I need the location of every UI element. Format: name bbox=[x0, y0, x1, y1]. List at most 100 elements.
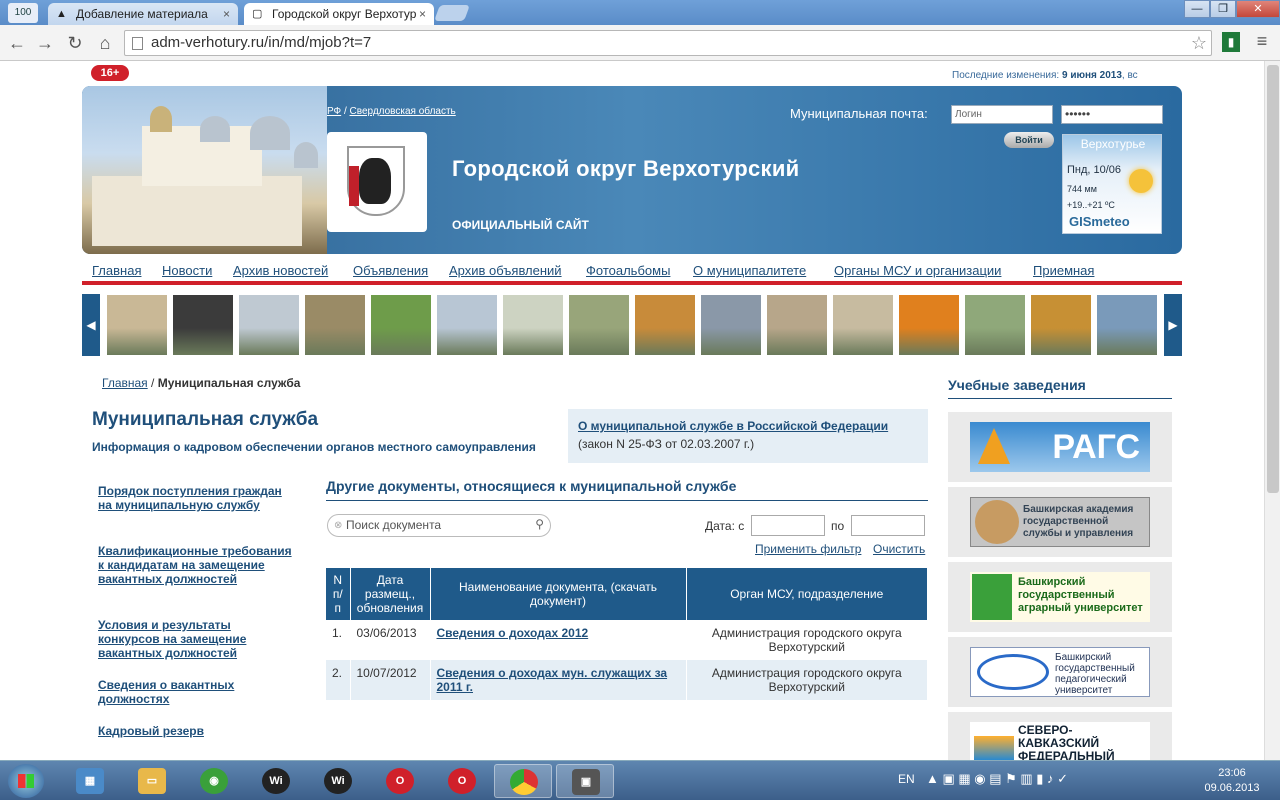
gallery-next-icon[interactable]: ▶ bbox=[1164, 294, 1182, 356]
app-icon[interactable]: 100 bbox=[8, 3, 38, 23]
address-bar[interactable]: adm-verhotury.ru/in/md/mjob?t=7 ☆ bbox=[124, 30, 1212, 56]
extension-icon[interactable]: ▮ bbox=[1222, 32, 1240, 52]
new-tab-button[interactable] bbox=[434, 5, 470, 21]
gallery-thumbnail[interactable] bbox=[1097, 295, 1157, 355]
close-window-button[interactable]: ✕ bbox=[1236, 0, 1280, 18]
language-indicator[interactable]: EN bbox=[898, 772, 915, 786]
crumb-rf-link[interactable]: РФ bbox=[327, 106, 341, 117]
schools-heading: Учебные заведения bbox=[948, 377, 1172, 399]
crumb-region-link[interactable]: Свердловская область bbox=[350, 106, 456, 117]
left-nav-link[interactable]: Квалификационные требования к кандидатам… bbox=[98, 544, 293, 586]
site-subtitle: ОФИЦИАЛЬНЫЙ САЙТ bbox=[452, 218, 589, 232]
gallery-thumbnail[interactable] bbox=[107, 295, 167, 355]
left-nav-link[interactable]: Кадровый резерв bbox=[98, 724, 293, 738]
weather-widget[interactable]: Верхотурье Пнд, 10/06 744 мм +19..+21 ºС… bbox=[1062, 134, 1162, 234]
taskbar-app-chrome[interactable] bbox=[494, 764, 552, 798]
page-scrollbar[interactable] bbox=[1264, 61, 1280, 760]
opera-icon: O bbox=[386, 768, 414, 794]
gallery-thumbnail[interactable] bbox=[239, 295, 299, 355]
nav-reception[interactable]: Приемная bbox=[1033, 263, 1094, 278]
gallery-thumbnail[interactable] bbox=[767, 295, 827, 355]
password-input[interactable]: •••••• bbox=[1061, 105, 1163, 124]
page-title: Муниципальная служба bbox=[92, 409, 319, 430]
browser-tab-2-active[interactable]: ▢ Городской округ Верхотур × bbox=[244, 3, 434, 25]
document-link[interactable]: Сведения о доходах 2012 bbox=[437, 626, 589, 640]
nav-about[interactable]: О муниципалитете bbox=[693, 263, 806, 278]
nav-photo-albums[interactable]: Фотоальбомы bbox=[586, 263, 670, 278]
gallery-thumbnail[interactable] bbox=[833, 295, 893, 355]
reload-icon[interactable]: ↻ bbox=[64, 32, 86, 54]
nav-announcements-archive[interactable]: Архив объявлений bbox=[449, 263, 562, 278]
clear-search-icon[interactable]: ⊗ bbox=[334, 515, 342, 536]
taskbar-app-media[interactable]: ▣ bbox=[556, 764, 614, 798]
taskbar-app-explorer[interactable]: ▭ bbox=[128, 764, 176, 798]
taskbar-app-wifi-2[interactable]: Wi bbox=[314, 764, 362, 798]
nav-announcements[interactable]: Объявления bbox=[353, 263, 428, 278]
taskbar-app-network[interactable]: ◉ bbox=[190, 764, 238, 798]
bgpu-emblem-icon bbox=[977, 654, 1049, 690]
menu-icon[interactable]: ≡ bbox=[1252, 31, 1272, 53]
gallery-thumbnail[interactable] bbox=[569, 295, 629, 355]
taskbar-app-opera[interactable]: O bbox=[438, 764, 486, 798]
url-text: adm-verhotury.ru/in/md/mjob?t=7 bbox=[151, 34, 372, 51]
forward-arrow-icon[interactable]: → bbox=[34, 32, 56, 54]
federal-law-link[interactable]: О муниципальной службе в Российской Феде… bbox=[578, 419, 888, 433]
tray-expand-icon[interactable]: ▲ bbox=[926, 771, 939, 786]
clear-filter-link[interactable]: Очистить bbox=[873, 542, 925, 556]
system-tray[interactable]: ▲ ▣ ▦ ◉ ▤ ⚑ ▥ ▮ ♪ ✓ bbox=[926, 771, 1068, 787]
taskbar-app-wifi-1[interactable]: Wi bbox=[252, 764, 300, 798]
gallery-thumbnail[interactable] bbox=[503, 295, 563, 355]
scrollbar-thumb[interactable] bbox=[1267, 65, 1279, 493]
back-arrow-icon[interactable]: ← bbox=[6, 32, 28, 54]
login-button[interactable]: Войти bbox=[1004, 132, 1054, 148]
header-breadcrumb: РФ / Свердловская область bbox=[327, 106, 456, 117]
gallery-thumbnail[interactable] bbox=[437, 295, 497, 355]
nav-home[interactable]: Главная bbox=[92, 263, 141, 278]
restore-button[interactable]: ❐ bbox=[1210, 0, 1236, 18]
school-card-bash-academy[interactable]: Башкирская академия государственной служ… bbox=[948, 487, 1172, 557]
gallery-thumbnail[interactable] bbox=[899, 295, 959, 355]
school-card-bash-ped[interactable]: Башкирский государственный педагогически… bbox=[948, 637, 1172, 707]
skfu-logo: СЕВЕРО-КАВКАЗСКИЙ ФЕДЕРАЛЬНЫЙ bbox=[970, 722, 1150, 760]
bookmark-star-icon[interactable]: ☆ bbox=[1191, 31, 1207, 55]
school-card-bash-agro[interactable]: Башкирский государственный аграрный унив… bbox=[948, 562, 1172, 632]
school-card-skfu[interactable]: СЕВЕРО-КАВКАЗСКИЙ ФЕДЕРАЛЬНЫЙ bbox=[948, 712, 1172, 760]
gallery-prev-icon[interactable]: ◀ bbox=[82, 294, 100, 356]
taskbar-app-opera-mini[interactable]: O bbox=[376, 764, 424, 798]
nav-news-archive[interactable]: Архив новостей bbox=[233, 263, 328, 278]
login-input[interactable]: Логин bbox=[951, 105, 1053, 124]
document-link[interactable]: Сведения о доходах мун. служащих за 2011… bbox=[437, 666, 668, 694]
left-nav-link[interactable]: Сведения о вакантных должностях bbox=[98, 678, 293, 706]
gallery-thumbnail[interactable] bbox=[965, 295, 1025, 355]
left-nav-link[interactable]: Условия и результаты конкурсов на замеще… bbox=[98, 618, 293, 660]
start-button[interactable] bbox=[8, 764, 44, 798]
search-icon[interactable]: ⚲ bbox=[535, 514, 544, 535]
gallery-thumbnail[interactable] bbox=[1031, 295, 1091, 355]
browser-toolbar: ← → ↻ ⌂ adm-verhotury.ru/in/md/mjob?t=7 … bbox=[0, 25, 1280, 61]
date-to-input[interactable] bbox=[851, 515, 925, 536]
gallery-thumbnail[interactable] bbox=[635, 295, 695, 355]
left-nav-link[interactable]: Порядок поступления граждан на муниципал… bbox=[98, 484, 293, 512]
nav-news[interactable]: Новости bbox=[162, 263, 212, 278]
crumb-sep: / bbox=[341, 106, 350, 117]
home-icon[interactable]: ⌂ bbox=[94, 32, 116, 54]
col-num: N п/ п bbox=[326, 568, 351, 620]
minimize-button[interactable]: — bbox=[1184, 0, 1210, 18]
taskbar-app-control-panel[interactable]: ▦ bbox=[66, 764, 114, 798]
coat-of-arms-logo[interactable] bbox=[327, 132, 427, 232]
browser-tab-1[interactable]: ▲ Добавление материала × bbox=[48, 3, 238, 25]
clock[interactable]: 23:06 09.06.2013 bbox=[1196, 766, 1268, 796]
nav-msu-orgs[interactable]: Органы МСУ и организации bbox=[834, 263, 1001, 278]
school-card-rags[interactable]: РАГС bbox=[948, 412, 1172, 482]
breadcrumb-home-link[interactable]: Главная bbox=[102, 376, 148, 390]
skfu-label: СЕВЕРО-КАВКАЗСКИЙ ФЕДЕРАЛЬНЫЙ bbox=[1018, 723, 1115, 761]
date-from-input[interactable] bbox=[751, 515, 825, 536]
gallery-thumbnail[interactable] bbox=[173, 295, 233, 355]
close-tab-icon[interactable]: × bbox=[223, 3, 230, 25]
apply-filter-link[interactable]: Применить фильтр bbox=[755, 542, 861, 556]
gallery-thumbnail[interactable] bbox=[371, 295, 431, 355]
gallery-thumbnail[interactable] bbox=[701, 295, 761, 355]
close-tab-icon[interactable]: × bbox=[419, 3, 426, 25]
doc-search-input[interactable]: ⊗ Поиск документа ⚲ bbox=[327, 514, 551, 537]
gallery-thumbnail[interactable] bbox=[305, 295, 365, 355]
